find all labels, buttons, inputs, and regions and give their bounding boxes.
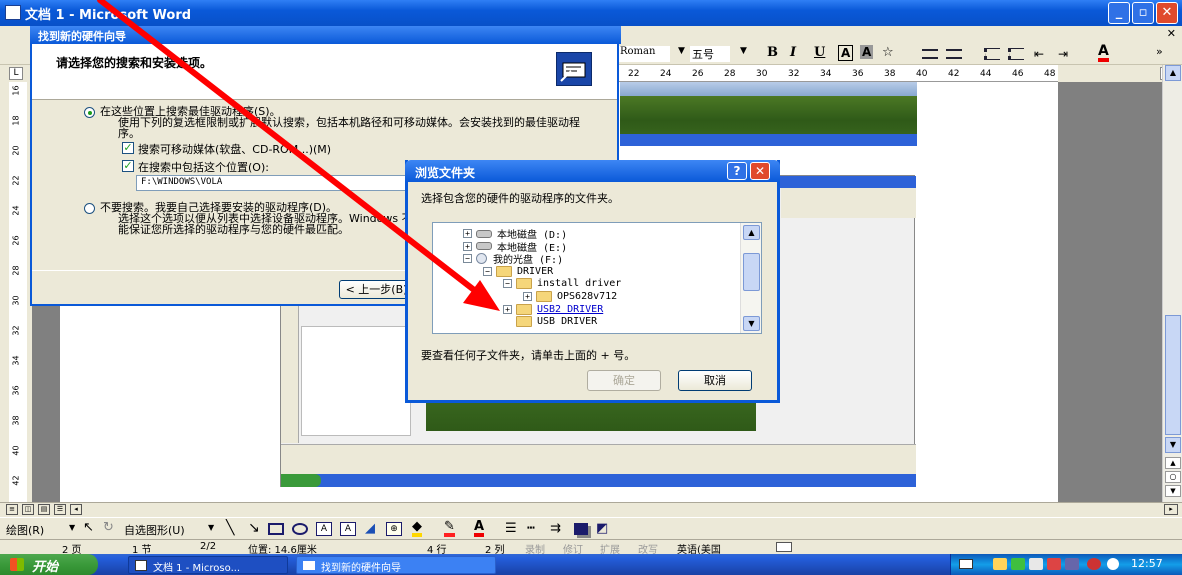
view-buttons-bar: ≡ ◫ ▤ ☰ ◂ ▸ bbox=[0, 502, 1182, 517]
3d-icon[interactable]: ◩ bbox=[596, 521, 608, 536]
wizard-task-icon bbox=[303, 561, 315, 570]
outline-view-icon[interactable]: ☰ bbox=[54, 504, 66, 515]
status-bar: 2 页 1 节 2/2 位置: 14.6厘米 4 行 2 列 录制 修订 扩展 … bbox=[0, 539, 1182, 556]
start-button[interactable]: 开始 bbox=[0, 554, 98, 575]
font-color-draw-icon[interactable]: A bbox=[474, 520, 485, 537]
spelling-status-icon[interactable] bbox=[776, 542, 792, 552]
oval-tool-icon[interactable] bbox=[292, 523, 308, 535]
tray-icon-4[interactable] bbox=[1047, 558, 1061, 570]
vertical-textbox-icon[interactable]: A bbox=[340, 522, 356, 536]
draw-menu[interactable]: 绘图(R) bbox=[6, 522, 44, 538]
shadow-icon[interactable] bbox=[574, 523, 588, 535]
taskbar-item-wizard[interactable]: 找到新的硬件向导 bbox=[296, 556, 496, 574]
line-color-icon[interactable]: ✎ bbox=[444, 520, 455, 537]
tray-icon-1[interactable] bbox=[993, 558, 1007, 570]
tray-icon-7[interactable] bbox=[1107, 558, 1119, 570]
select-objects-icon[interactable]: ↖ bbox=[83, 520, 94, 535]
hscroll-right-icon[interactable]: ▸ bbox=[1164, 504, 1178, 515]
web-view-icon[interactable]: ◫ bbox=[22, 504, 34, 515]
drawing-toolbar: 绘图(R) ▼ ↖ ↻ 自选图形(U) ▼ ╲ ↘ A A ◢ ⊕ ◆ ✎ A … bbox=[0, 517, 1182, 539]
rectangle-tool-icon[interactable] bbox=[268, 523, 284, 535]
clock: 12:57 bbox=[1131, 557, 1163, 570]
keyboard-icon[interactable] bbox=[959, 559, 973, 569]
fill-color-icon[interactable]: ◆ bbox=[412, 520, 422, 537]
autoshapes-dropdown-icon[interactable]: ▼ bbox=[208, 523, 214, 532]
system-tray: 12:57 bbox=[950, 554, 1182, 575]
windows-logo-icon bbox=[10, 558, 24, 571]
start-label: 开始 bbox=[32, 560, 59, 575]
red-arrow-annotation bbox=[97, 0, 500, 311]
normal-view-icon[interactable]: ≡ bbox=[6, 504, 18, 515]
rotate-icon[interactable]: ↻ bbox=[103, 520, 114, 535]
word-task-icon bbox=[135, 560, 147, 571]
wordart-icon[interactable]: ◢ bbox=[365, 521, 375, 536]
arrow-tool-icon[interactable]: ↘ bbox=[248, 520, 260, 536]
diagram-icon[interactable]: ⊕ bbox=[386, 522, 402, 536]
tray-icon-6[interactable] bbox=[1087, 558, 1101, 570]
print-view-icon[interactable]: ▤ bbox=[38, 504, 50, 515]
arrow-style-icon[interactable]: ⇉ bbox=[550, 521, 561, 536]
taskbar: 开始 文档 1 - Microso... 找到新的硬件向导 12:57 bbox=[0, 554, 1182, 575]
autoshapes-menu[interactable]: 自选图形(U) bbox=[124, 522, 185, 538]
dash-style-icon[interactable]: ┅ bbox=[527, 521, 535, 536]
line-tool-icon[interactable]: ╲ bbox=[226, 520, 234, 536]
tray-icon-3[interactable] bbox=[1029, 558, 1043, 570]
taskbar-item-word[interactable]: 文档 1 - Microso... bbox=[128, 556, 288, 574]
tray-icon-2[interactable] bbox=[1011, 558, 1025, 570]
hscroll-left-icon[interactable]: ◂ bbox=[70, 504, 82, 515]
textbox-tool-icon[interactable]: A bbox=[316, 522, 332, 536]
taskbar-item-wizard-label: 找到新的硬件向导 bbox=[321, 563, 401, 574]
draw-menu-dropdown-icon[interactable]: ▼ bbox=[69, 523, 75, 532]
taskbar-item-word-label: 文档 1 - Microso... bbox=[153, 563, 241, 574]
tray-icon-5[interactable] bbox=[1065, 558, 1079, 570]
line-style-icon[interactable]: ☰ bbox=[505, 521, 517, 536]
status-pages: 2/2 bbox=[200, 541, 217, 552]
